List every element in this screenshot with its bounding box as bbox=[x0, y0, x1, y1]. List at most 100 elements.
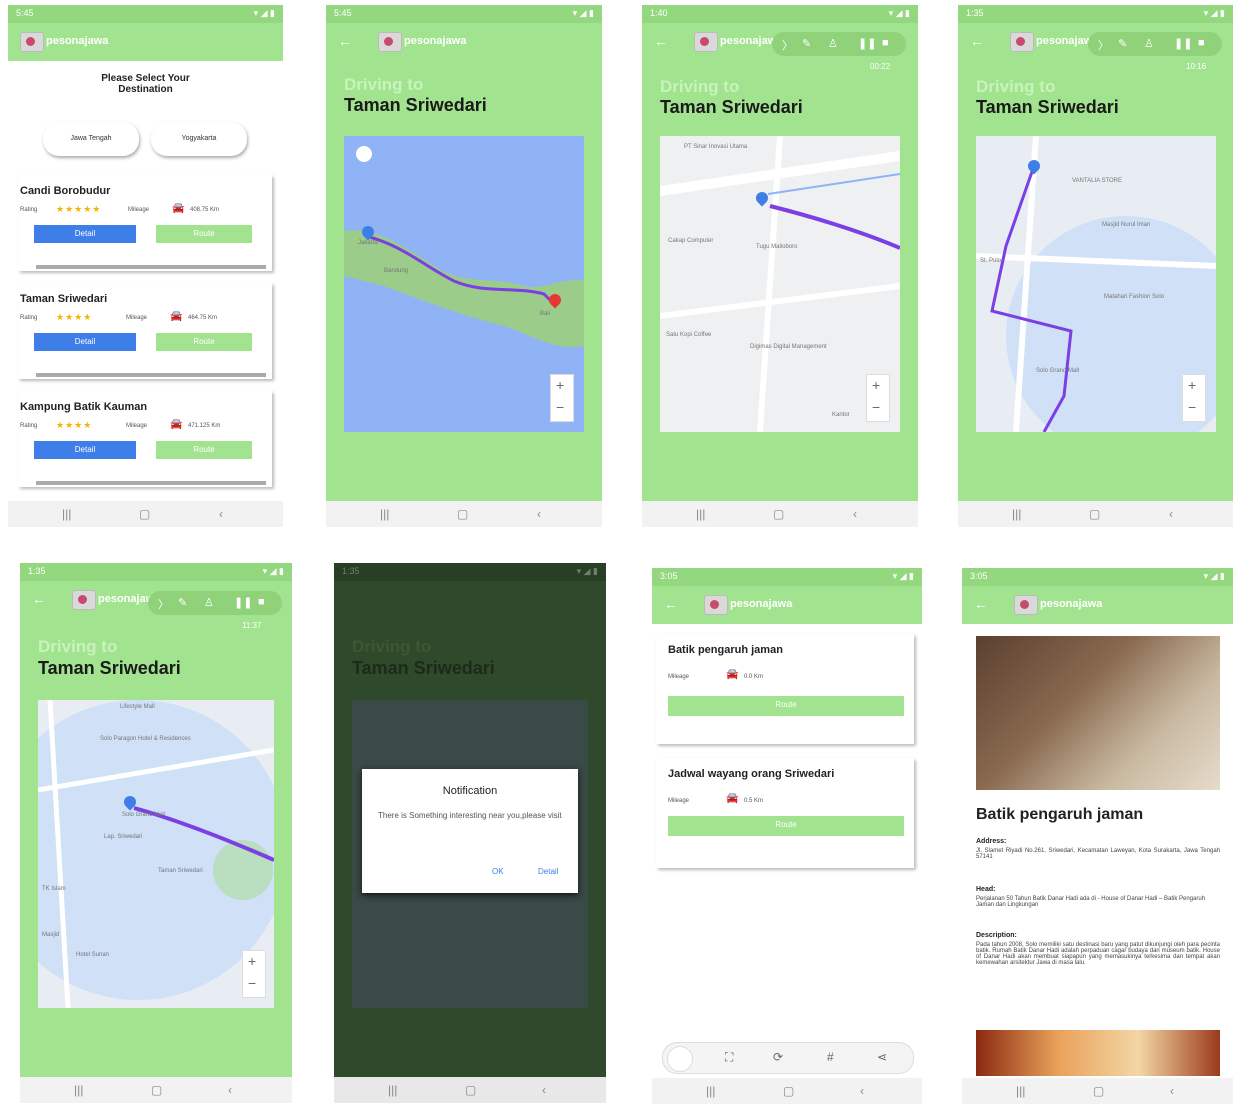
map-label: Hotel Sunan bbox=[76, 952, 110, 958]
home-icon[interactable]: ▢ bbox=[151, 1083, 162, 1097]
recent-apps-icon[interactable]: ||| bbox=[706, 1084, 715, 1098]
collapse-icon[interactable]: 〉 bbox=[1098, 37, 1109, 53]
back-arrow-icon[interactable]: ← bbox=[974, 596, 988, 612]
share-icon[interactable]: ⋖ bbox=[877, 1050, 887, 1064]
zoom-in-icon[interactable]: + bbox=[248, 953, 256, 969]
description-text: Pada tahun 2008, Solo memiliki satu dest… bbox=[976, 942, 1220, 966]
recent-apps-icon[interactable]: ||| bbox=[74, 1083, 83, 1097]
detail-button[interactable]: Detail bbox=[34, 333, 136, 351]
zoom-in-icon[interactable]: + bbox=[556, 377, 564, 393]
collapse-icon[interactable]: 〉 bbox=[782, 37, 793, 53]
back-arrow-icon[interactable]: ← bbox=[338, 33, 352, 49]
back-icon[interactable]: ‹ bbox=[228, 1083, 232, 1097]
back-icon[interactable]: ‹ bbox=[219, 507, 223, 521]
pen-icon[interactable]: ✎ bbox=[178, 596, 187, 609]
back-icon[interactable]: ‹ bbox=[542, 1083, 546, 1097]
dialog-detail-button[interactable]: Detail bbox=[538, 867, 558, 876]
person-icon[interactable]: ♙ bbox=[828, 37, 838, 50]
route-map[interactable]: PT Sinar Inovasi Utama Tugu Malioboro Di… bbox=[660, 136, 900, 432]
scroll-capture-icon[interactable]: ⟳ bbox=[773, 1050, 783, 1064]
pause-icon[interactable]: ❚❚ bbox=[234, 596, 252, 609]
zoom-out-icon[interactable]: − bbox=[1188, 399, 1196, 415]
zoom-in-icon[interactable]: + bbox=[1188, 377, 1196, 393]
status-bar: 1:35 ▾ ◢ ▮ bbox=[958, 5, 1233, 23]
route-button[interactable]: Route bbox=[668, 696, 904, 716]
recent-apps-icon[interactable]: ||| bbox=[380, 507, 389, 521]
home-icon[interactable]: ▢ bbox=[139, 507, 150, 521]
app-title: pesonajawa bbox=[404, 35, 467, 47]
route-map[interactable]: Jakarta Bandung Bali + − bbox=[344, 136, 584, 432]
pause-icon[interactable]: ❚❚ bbox=[1174, 37, 1192, 50]
zoom-in-icon[interactable]: + bbox=[872, 377, 880, 393]
back-arrow-icon[interactable]: ← bbox=[654, 33, 668, 49]
zoom-out-icon[interactable]: − bbox=[556, 399, 564, 415]
status-icons: ▾ ◢ ▮ bbox=[1203, 8, 1225, 18]
detail-button[interactable]: Detail bbox=[34, 225, 136, 243]
person-icon[interactable]: ♙ bbox=[204, 596, 214, 609]
stop-icon[interactable]: ■ bbox=[258, 596, 265, 608]
rating-label: Rating bbox=[20, 315, 38, 321]
map-label: Masjid Nurul Iman bbox=[1102, 222, 1151, 228]
status-bar: 3:05 ▾ ◢ ▮ bbox=[962, 568, 1233, 586]
recent-apps-icon[interactable]: ||| bbox=[1012, 507, 1021, 521]
home-icon[interactable]: ▢ bbox=[1093, 1084, 1104, 1098]
home-icon[interactable]: ▢ bbox=[783, 1084, 794, 1098]
map-label: TK Islam bbox=[42, 886, 66, 892]
back-icon[interactable]: ‹ bbox=[860, 1084, 864, 1098]
zoom-control[interactable]: + − bbox=[1182, 374, 1206, 422]
home-icon[interactable]: ▢ bbox=[465, 1083, 476, 1097]
recent-apps-icon[interactable]: ||| bbox=[388, 1083, 397, 1097]
route-map[interactable]: Matahari Fashion Solo VANTALIA STORE Mas… bbox=[976, 136, 1216, 432]
location-button-icon[interactable] bbox=[356, 146, 372, 162]
route-button[interactable]: Route bbox=[156, 225, 252, 243]
collapse-icon[interactable]: 〉 bbox=[158, 596, 169, 612]
route-button[interactable]: Route bbox=[668, 816, 904, 836]
zoom-out-icon[interactable]: − bbox=[872, 399, 880, 415]
dialog-ok-button[interactable]: OK bbox=[492, 867, 504, 876]
person-icon[interactable]: ♙ bbox=[1144, 37, 1154, 50]
mileage-label: Mileage bbox=[668, 674, 690, 680]
back-arrow-icon[interactable]: ← bbox=[664, 596, 678, 612]
back-icon[interactable]: ‹ bbox=[853, 507, 857, 521]
tag-icon[interactable]: # bbox=[827, 1050, 834, 1064]
recent-apps-icon[interactable]: ||| bbox=[62, 507, 71, 521]
status-time: 5:45 bbox=[334, 8, 352, 18]
stop-icon[interactable]: ■ bbox=[1198, 37, 1205, 49]
notification-dialog: Notification There is Something interest… bbox=[362, 769, 578, 893]
zoom-out-icon[interactable]: − bbox=[248, 975, 256, 991]
back-icon[interactable]: ‹ bbox=[537, 507, 541, 521]
zoom-control[interactable]: + − bbox=[242, 950, 266, 998]
back-arrow-icon[interactable]: ← bbox=[970, 33, 984, 49]
back-arrow-icon[interactable]: ← bbox=[32, 591, 46, 607]
route-button[interactable]: Route bbox=[156, 441, 252, 459]
region-button-jawa-tengah[interactable]: Jawa Tengah bbox=[43, 122, 139, 156]
home-icon[interactable]: ▢ bbox=[457, 507, 468, 521]
back-icon[interactable]: ‹ bbox=[1169, 507, 1173, 521]
zoom-control[interactable]: + − bbox=[866, 374, 890, 422]
recent-apps-icon[interactable]: ||| bbox=[1016, 1084, 1025, 1098]
pen-icon[interactable]: ✎ bbox=[1118, 37, 1127, 50]
destination-title: Taman Sriwedari bbox=[352, 658, 495, 678]
detail-button[interactable]: Detail bbox=[34, 441, 136, 459]
route-button[interactable]: Route bbox=[156, 333, 252, 351]
rating-stars: ★★★★★ bbox=[56, 204, 102, 214]
app-title: pesonajawa bbox=[46, 35, 109, 47]
home-icon[interactable]: ▢ bbox=[1089, 507, 1100, 521]
car-icon: 🚘 bbox=[170, 311, 183, 322]
crop-icon[interactable]: ⛶ bbox=[725, 1050, 733, 1065]
pen-icon[interactable]: ✎ bbox=[802, 37, 811, 50]
pause-icon[interactable]: ❚❚ bbox=[858, 37, 876, 50]
stop-icon[interactable]: ■ bbox=[882, 37, 889, 49]
route-map[interactable]: Lifestyle Mall Solo Paragon Hotel & Resi… bbox=[38, 700, 274, 1008]
recent-apps-icon[interactable]: ||| bbox=[696, 507, 705, 521]
home-icon[interactable]: ▢ bbox=[773, 507, 784, 521]
region-button-yogyakarta[interactable]: Yogyakarta bbox=[151, 122, 247, 156]
distance-value: 471.125 Km bbox=[188, 423, 221, 429]
destination-title: Taman Sriwedari bbox=[344, 95, 487, 115]
page-heading: Please Select Your Destination bbox=[101, 73, 190, 95]
capture-circle-icon[interactable] bbox=[667, 1046, 693, 1072]
car-icon: 🚘 bbox=[726, 669, 739, 680]
zoom-control[interactable]: + − bbox=[550, 374, 574, 422]
back-icon[interactable]: ‹ bbox=[1170, 1084, 1174, 1098]
destination-title: Taman Sriwedari bbox=[660, 97, 803, 117]
